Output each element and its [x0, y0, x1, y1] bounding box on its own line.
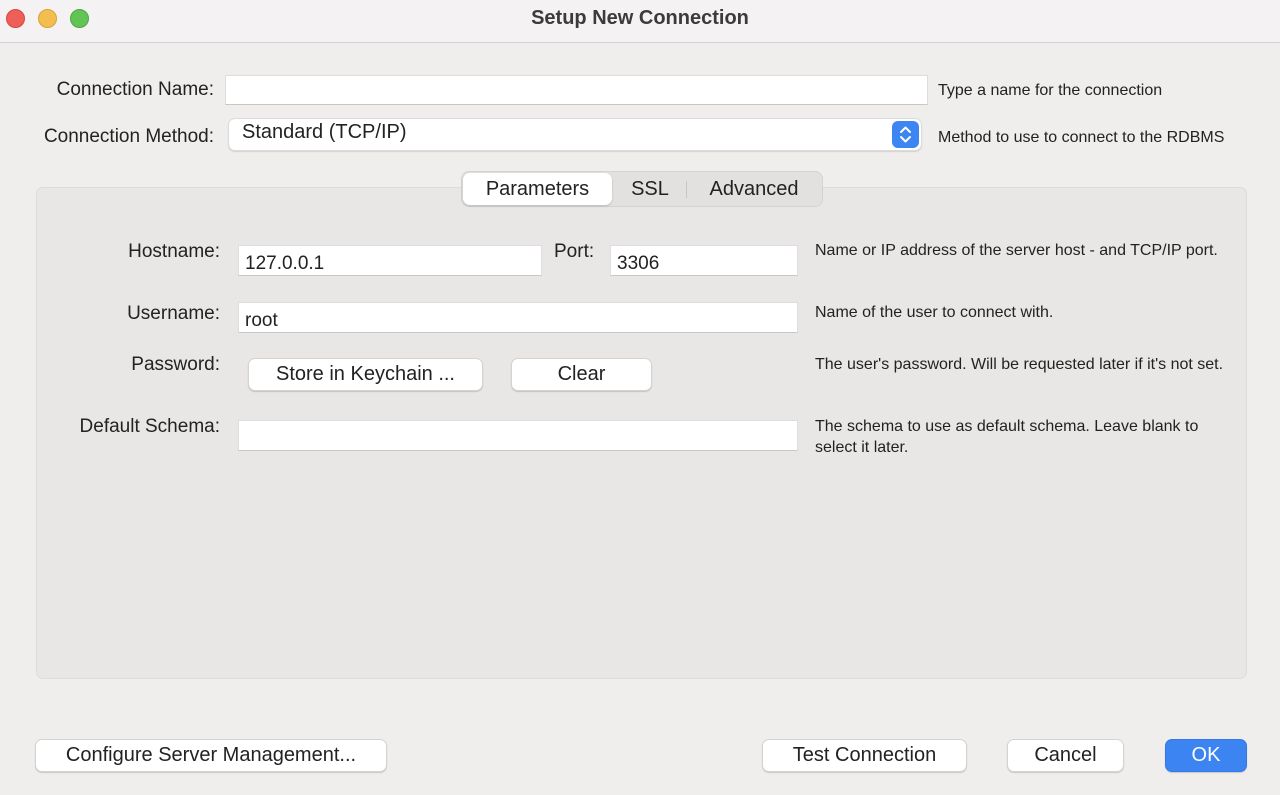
hostname-hint: Name or IP address of the server host - … — [815, 242, 1218, 259]
username-input[interactable] — [238, 302, 798, 333]
connection-name-label: Connection Name: — [56, 79, 214, 100]
default-schema-input[interactable] — [238, 420, 798, 451]
hostname-input[interactable] — [238, 245, 542, 276]
port-input[interactable] — [610, 245, 798, 276]
default-schema-label: Default Schema: — [79, 416, 220, 437]
store-in-keychain-button[interactable]: Store in Keychain ... — [248, 358, 483, 391]
hostname-label: Hostname: — [128, 241, 220, 262]
default-schema-hint: The schema to use as default schema. Lea… — [815, 418, 1199, 456]
tab-advanced[interactable]: Advanced — [688, 173, 820, 205]
ok-button[interactable]: OK — [1165, 739, 1247, 772]
connection-name-input[interactable] — [225, 75, 928, 105]
tab-separator — [686, 181, 687, 198]
configure-server-management-button[interactable]: Configure Server Management... — [35, 739, 387, 772]
clear-password-button[interactable]: Clear — [511, 358, 652, 391]
password-hint: The user's password. Will be requested l… — [815, 356, 1224, 373]
username-hint: Name of the user to connect with. — [815, 304, 1054, 321]
test-connection-button[interactable]: Test Connection — [762, 739, 967, 772]
tab-bar: Parameters SSL Advanced — [461, 171, 823, 207]
connection-method-value: Standard (TCP/IP) — [242, 121, 407, 143]
title-bar: Setup New Connection — [0, 0, 1280, 43]
connection-method-label: Connection Method: — [43, 126, 214, 147]
connection-name-hint: Type a name for the connection — [938, 82, 1163, 99]
username-label: Username: — [127, 303, 220, 324]
window-title: Setup New Connection — [531, 7, 749, 29]
cancel-button[interactable]: Cancel — [1007, 739, 1124, 772]
password-label: Password: — [131, 354, 220, 375]
connection-method-hint: Method to use to connect to the RDBMS — [938, 129, 1225, 146]
select-stepper-icon — [892, 121, 919, 148]
tab-parameters[interactable]: Parameters — [463, 173, 612, 205]
connection-method-select[interactable]: Standard (TCP/IP) — [228, 118, 922, 151]
port-label: Port: — [554, 241, 595, 262]
tab-ssl[interactable]: SSL — [615, 173, 685, 205]
setup-connection-window: Setup New Connection Connection Name: Ty… — [0, 0, 1280, 795]
